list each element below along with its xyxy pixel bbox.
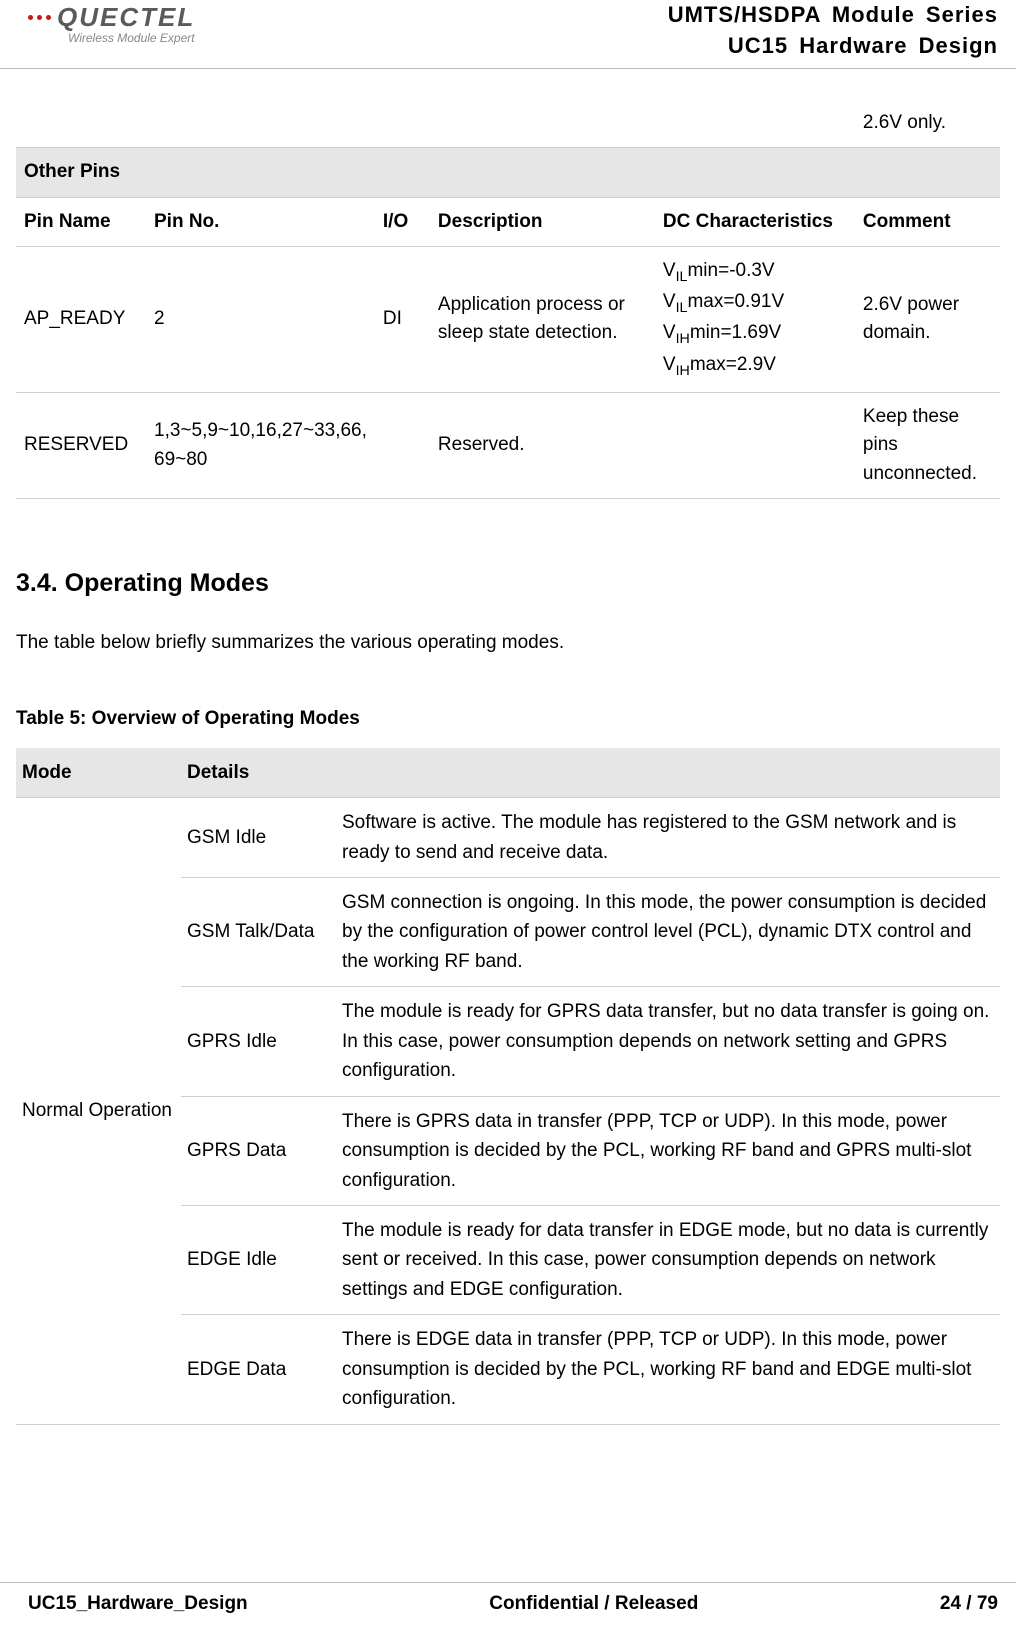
- section-number: 3.4.: [16, 569, 58, 597]
- pin-comment: Keep these pins unconnected.: [855, 392, 1000, 499]
- mode-col-mode: Mode: [16, 748, 181, 798]
- col-io: I/O: [375, 197, 430, 247]
- logo-text: QUECTEL: [57, 2, 195, 33]
- doc-title-block: UMTS/HSDPA Module Series UC15 Hardware D…: [668, 0, 998, 62]
- operating-modes-table: Mode Details Normal Operation GSM Idle S…: [16, 748, 1000, 1425]
- col-pin-name: Pin Name: [16, 197, 146, 247]
- page-footer: UC15_Hardware_Design Confidential / Rele…: [0, 1582, 1016, 1615]
- pin-comment: 2.6V power domain.: [855, 247, 1000, 393]
- col-pin-no: Pin No.: [146, 197, 375, 247]
- pin-desc: Reserved.: [430, 392, 655, 499]
- doc-series: UMTS/HSDPA Module Series: [668, 0, 998, 31]
- logo-block: QUECTEL Wireless Module Expert: [28, 0, 195, 45]
- mode-detail: Software is active. The module has regis…: [336, 798, 1000, 878]
- pin-table: 2.6V only. Other Pins Pin Name Pin No. I…: [16, 99, 1000, 500]
- column-header-row: Pin Name Pin No. I/O Description DC Char…: [16, 197, 1000, 247]
- pin-dc: [655, 392, 855, 499]
- col-dc: DC Characteristics: [655, 197, 855, 247]
- doc-name: UC15 Hardware Design: [668, 31, 998, 62]
- pin-no: 1,3~5,9~10,16,27~33,66, 69~80: [146, 392, 375, 499]
- content-area: 2.6V only. Other Pins Pin Name Pin No. I…: [0, 69, 1016, 1425]
- mode-sub: GSM Talk/Data: [181, 878, 336, 987]
- footer-center: Confidential / Released: [489, 1593, 698, 1615]
- pin-io: [375, 392, 430, 499]
- pin-desc: Application process or sleep state detec…: [430, 247, 655, 393]
- pin-dc: VILmin=-0.3V VILmax=0.91V VIHmin=1.69V V…: [655, 247, 855, 393]
- mode-sub: GPRS Data: [181, 1096, 336, 1205]
- hanging-comment: 2.6V only.: [855, 99, 1000, 148]
- pin-name: AP_READY: [16, 247, 146, 393]
- section-intro: The table below briefly summarizes the v…: [16, 628, 1000, 657]
- table-row: Normal Operation GSM Idle Software is ac…: [16, 798, 1000, 878]
- table5-caption: Table 5: Overview of Operating Modes: [16, 708, 1000, 730]
- mode-detail: The module is ready for data transfer in…: [336, 1205, 1000, 1314]
- section-heading: 3.4. Operating Modes: [16, 569, 1000, 598]
- document-page: QUECTEL Wireless Module Expert UMTS/HSDP…: [0, 0, 1016, 1639]
- other-pins-title: Other Pins: [16, 148, 1000, 198]
- mode-sub: GPRS Idle: [181, 987, 336, 1096]
- footer-left: UC15_Hardware_Design: [28, 1593, 248, 1615]
- pin-no: 2: [146, 247, 375, 393]
- table-row: RESERVED 1,3~5,9~10,16,27~33,66, 69~80 R…: [16, 392, 1000, 499]
- mode-sub: GSM Idle: [181, 798, 336, 878]
- table-row: AP_READY 2 DI Application process or sle…: [16, 247, 1000, 393]
- mode-sub: EDGE Data: [181, 1315, 336, 1424]
- logo-tagline: Wireless Module Expert: [68, 31, 195, 45]
- mode-detail: The module is ready for GPRS data transf…: [336, 987, 1000, 1096]
- mode-sub: EDGE Idle: [181, 1205, 336, 1314]
- mode-col-details: Details: [181, 748, 1000, 798]
- footer-right: 24 / 79: [940, 1593, 998, 1615]
- mode-detail: There is GPRS data in transfer (PPP, TCP…: [336, 1096, 1000, 1205]
- mode-group-label: Normal Operation: [16, 798, 181, 1424]
- table-row: 2.6V only.: [16, 99, 1000, 148]
- col-desc: Description: [430, 197, 655, 247]
- mode-detail: GSM connection is ongoing. In this mode,…: [336, 878, 1000, 987]
- mode-detail: There is EDGE data in transfer (PPP, TCP…: [336, 1315, 1000, 1424]
- section-title: Operating Modes: [65, 569, 269, 597]
- logo-wordmark: QUECTEL: [28, 2, 195, 33]
- page-header: QUECTEL Wireless Module Expert UMTS/HSDP…: [0, 0, 1016, 69]
- mode-header-row: Mode Details: [16, 748, 1000, 798]
- section-header-row: Other Pins: [16, 148, 1000, 198]
- logo-dots-icon: [28, 15, 51, 20]
- pin-io: DI: [375, 247, 430, 393]
- pin-name: RESERVED: [16, 392, 146, 499]
- col-comment: Comment: [855, 197, 1000, 247]
